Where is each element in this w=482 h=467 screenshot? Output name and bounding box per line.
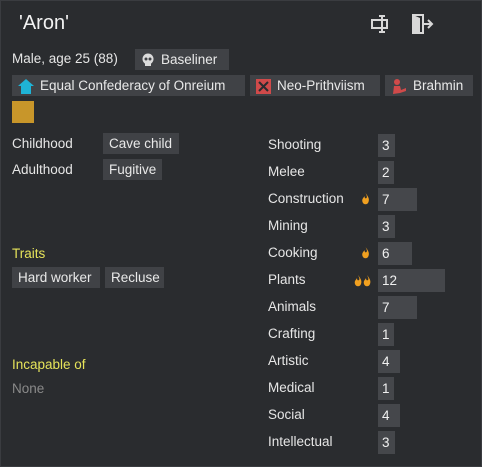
ideoligion-icon [256, 78, 271, 94]
xenotype-label: Baseliner [161, 52, 218, 67]
skill-name: Cooking [268, 245, 318, 260]
faction-label: Equal Confederacy of Onreium [40, 78, 226, 93]
skill-level-value: 6 [382, 246, 390, 261]
skill-name: Intellectual [268, 434, 333, 449]
skill-name: Melee [268, 164, 305, 179]
skill-level-value: 7 [382, 300, 390, 315]
pawn-name[interactable]: 'Aron' [19, 12, 69, 35]
skill-name: Artistic [268, 353, 309, 368]
skill-level-value: 1 [382, 327, 390, 342]
role-icon [393, 79, 406, 95]
skill-name: Mining [268, 218, 308, 233]
skull-icon [142, 53, 154, 67]
incapable-value: None [12, 381, 45, 396]
skill-name: Crafting [268, 326, 316, 341]
pawn-summary: Male, age 25 (88) [12, 51, 118, 66]
role-label: Brahmin [413, 78, 464, 93]
skill-name: Animals [268, 299, 317, 314]
banish-icon[interactable] [410, 13, 434, 35]
rename-icon[interactable] [370, 13, 394, 35]
skill-level-value: 1 [382, 381, 390, 396]
adulthood-value: Fugitive [109, 162, 157, 177]
skill-level-value: 2 [382, 165, 390, 180]
ideoligion-chip[interactable]: Neo-Prithviism [250, 75, 380, 96]
role-chip[interactable]: Brahmin [385, 75, 473, 96]
skill-name: Medical [268, 380, 315, 395]
flame-icon [354, 273, 374, 294]
skill-level-value: 3 [382, 435, 390, 450]
trait-label: Recluse [111, 270, 160, 285]
skill-level-value: 4 [382, 408, 390, 423]
flame-icon [361, 246, 371, 265]
skill-name: Construction [268, 191, 344, 206]
skill-name: Shooting [268, 137, 322, 152]
adulthood-backstory-chip[interactable]: Fugitive [103, 159, 162, 180]
skill-level-value: 4 [382, 354, 390, 369]
trait-label: Hard worker [18, 270, 92, 285]
childhood-value: Cave child [109, 136, 173, 151]
favorite-color-swatch [12, 101, 34, 123]
traits-heading: Traits [12, 246, 46, 261]
skill-name: Plants [268, 272, 306, 287]
ideoligion-label: Neo-Prithviism [277, 78, 365, 93]
house-icon [18, 78, 34, 94]
character-card: 'Aron' Male, age 25 (88) Baseliner Equal… [0, 0, 482, 467]
childhood-label: Childhood [12, 136, 73, 151]
skill-name: Social [268, 407, 305, 422]
trait-chip[interactable]: Hard worker [12, 267, 100, 288]
xenotype-chip[interactable]: Baseliner [135, 49, 229, 70]
skill-level-value: 3 [382, 138, 390, 153]
incapable-heading: Incapable of [12, 357, 86, 372]
faction-chip[interactable]: Equal Confederacy of Onreium [12, 75, 245, 96]
skill-level-value: 12 [382, 273, 398, 288]
adulthood-label: Adulthood [12, 162, 73, 177]
flame-icon [361, 192, 371, 211]
skill-level-value: 7 [382, 192, 390, 207]
skill-level-value: 3 [382, 219, 390, 234]
trait-chip[interactable]: Recluse [105, 267, 164, 288]
childhood-backstory-chip[interactable]: Cave child [103, 133, 179, 154]
